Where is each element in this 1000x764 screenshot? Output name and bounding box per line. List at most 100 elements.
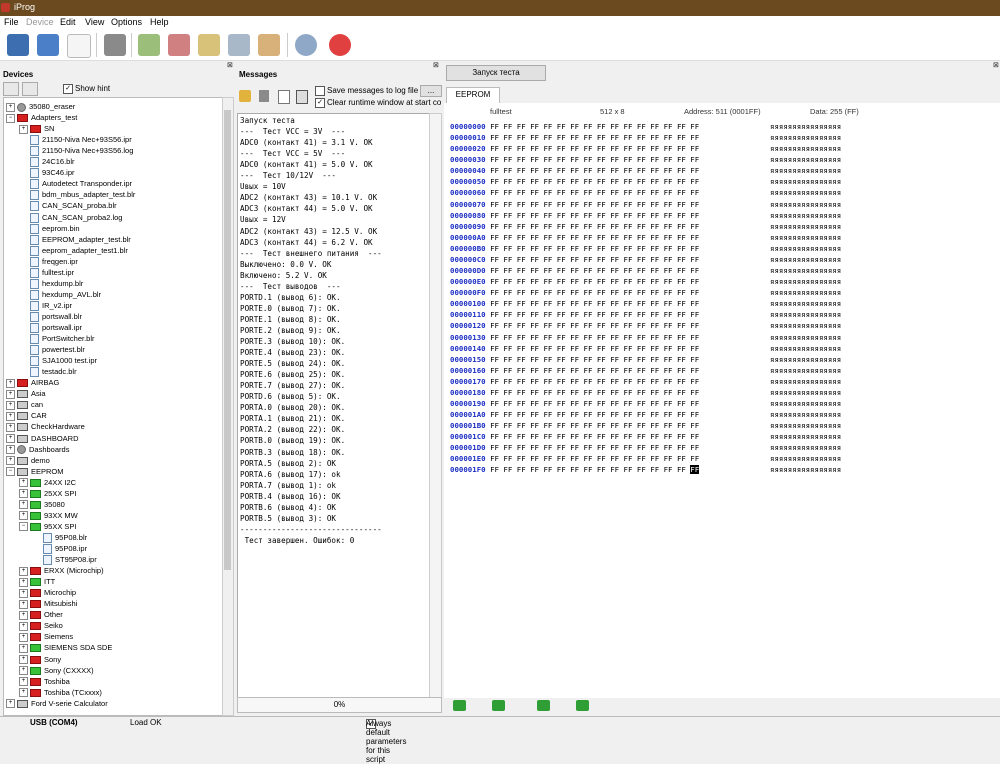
hex-bytes[interactable]: FF FF FF FF FF FF FF FF FF FF FF FF FF F… (490, 388, 699, 397)
tree-item[interactable]: ST95P08.ipr (32, 554, 97, 566)
hex-row[interactable]: 00000110 FF FF FF FF FF FF FF FF FF FF F… (450, 309, 841, 320)
expand-toggle-icon[interactable]: + (6, 378, 15, 388)
tree-item[interactable]: +35080 (19, 499, 65, 510)
tree-item[interactable]: + Ford V-serie Calculator (6, 698, 108, 709)
expand-toggle-icon[interactable]: + (6, 400, 15, 410)
expand-toggle-icon[interactable]: + (6, 389, 15, 399)
show-hint-checkbox[interactable]: ✓ Show hint (63, 84, 110, 94)
hex-row[interactable]: 00000120 FF FF FF FF FF FF FF FF FF FF F… (450, 320, 841, 331)
tree-item[interactable]: + demo (6, 455, 50, 466)
hex-bytes[interactable]: FF FF FF FF FF FF FF FF FF FF FF FF FF F… (490, 155, 699, 164)
hex-bytes[interactable]: FF FF FF FF FF FF FF FF FF FF FF FF FF F… (490, 410, 699, 419)
chip-erase-icon[interactable] (168, 34, 190, 56)
tree-item[interactable]: IR_v2.ipr (19, 300, 72, 311)
tree-item[interactable]: CAN_SCAN_proba.blr (19, 200, 117, 212)
hex-bytes[interactable]: FF FF FF FF FF FF FF FF FF FF FF FF FF F… (490, 122, 699, 131)
tree-item[interactable]: + Mitsubishi (19, 598, 77, 609)
close-icon[interactable]: ⊠ (227, 61, 233, 69)
expand-toggle-icon[interactable]: + (19, 489, 28, 499)
hex-bytes[interactable]: FF FF FF FF FF FF FF FF FF FF FF FF FF F… (490, 255, 699, 264)
tree-item[interactable]: + SN (19, 123, 54, 134)
tree-item[interactable]: CAN_SCAN_proba2.log (19, 212, 122, 223)
tree-item[interactable]: + Toshiba (19, 676, 70, 687)
tree-item[interactable]: + SIEMENS SDA SDE (19, 642, 112, 653)
hex-row[interactable]: 00000000 FF FF FF FF FF FF FF FF FF FF F… (450, 121, 841, 132)
hex-bytes[interactable]: FF FF FF FF FF FF FF FF FF FF FF FF FF F… (490, 454, 699, 463)
messages-log[interactable]: Запуск теста --- Тест VCC = 3V --- ADC0 (к… (237, 113, 431, 698)
tree-item[interactable]: + CAR (6, 410, 47, 421)
search-icon[interactable] (43, 82, 57, 94)
hex-bytes[interactable]: FF FF FF FF FF FF FF FF FF FF FF FF FF F… (490, 344, 699, 353)
close-icon[interactable]: ⊠ (993, 61, 999, 69)
tree-item[interactable]: 93C46.ipr (19, 167, 75, 179)
expand-toggle-icon[interactable]: + (6, 456, 15, 466)
messages-scrollbar[interactable] (429, 113, 442, 698)
hex-row[interactable]: 00000100 FF FF FF FF FF FF FF FF FF FF F… (450, 298, 841, 309)
hex-row[interactable]: 00000010 FF FF FF FF FF FF FF FF FF FF F… (450, 132, 841, 143)
menu-view[interactable]: View (85, 17, 104, 27)
hex-row[interactable]: 00000190 FF FF FF FF FF FF FF FF FF FF F… (450, 398, 841, 409)
hex-bytes[interactable]: FF FF FF FF FF FF FF FF FF FF FF FF FF F… (490, 133, 699, 142)
start-test-button[interactable]: Запуск теста (446, 65, 546, 81)
paste-icon[interactable] (296, 90, 308, 104)
hex-bytes[interactable]: FF FF FF FF FF FF FF FF FF FF FF FF FF F… (490, 299, 699, 308)
chip-write-icon[interactable] (198, 34, 220, 56)
expand-toggle-icon[interactable]: + (19, 500, 28, 510)
hex-row[interactable]: 000000F0 FF FF FF FF FF FF FF FF FF FF F… (450, 287, 841, 298)
tree-item[interactable]: + can (6, 399, 43, 410)
expand-toggle-icon[interactable]: + (6, 411, 15, 421)
tree-item[interactable]: − EEPROM (6, 466, 64, 477)
details-view-icon[interactable] (22, 82, 38, 96)
tree-item[interactable]: + Toshiba (TCxxxx) (19, 687, 102, 698)
tree-item[interactable]: + Sony (CXXXX) (19, 665, 94, 676)
hex-row[interactable]: 00000050 FF FF FF FF FF FF FF FF FF FF F… (450, 176, 841, 187)
hex-bytes[interactable]: FF FF FF FF FF FF FF FF FF FF FF FF FF F… (490, 200, 699, 209)
hex-row[interactable]: 000001E0 FF FF FF FF FF FF FF FF FF FF F… (450, 453, 841, 464)
expand-toggle-icon[interactable]: + (19, 588, 28, 598)
expand-toggle-icon[interactable]: + (19, 677, 28, 687)
expand-toggle-icon[interactable]: + (19, 643, 28, 653)
next-page-icon[interactable] (537, 700, 550, 711)
expand-toggle-icon[interactable]: + (6, 445, 15, 455)
tree-item[interactable]: 21150-Niva Nec+93S56.ipr (19, 134, 132, 146)
hex-bytes[interactable]: FF FF FF FF FF FF FF FF FF FF FF FF FF F… (490, 377, 699, 386)
first-page-icon[interactable] (453, 700, 466, 711)
tree-item[interactable]: eeprom.bin (19, 223, 80, 234)
expand-toggle-icon[interactable]: + (6, 102, 15, 112)
tree-item[interactable]: + Microchip (19, 587, 76, 598)
hex-row[interactable]: 000001B0 FF FF FF FF FF FF FF FF FF FF F… (450, 420, 841, 431)
expand-toggle-icon[interactable]: + (6, 422, 15, 432)
hex-row[interactable]: 00000070 FF FF FF FF FF FF FF FF FF FF F… (450, 199, 841, 210)
hex-bytes[interactable]: FF FF FF FF FF FF FF FF FF FF FF FF FF F… (490, 144, 699, 153)
menu-options[interactable]: Options (111, 17, 142, 27)
hex-row[interactable]: 000001C0 FF FF FF FF FF FF FF FF FF FF F… (450, 431, 841, 442)
hex-bytes[interactable]: FF FF FF FF FF FF FF FF FF FF FF FF FF F… (490, 432, 699, 441)
tree-item[interactable]: hexdump_AVL.blr (19, 289, 101, 300)
chip-program-icon[interactable] (258, 34, 280, 56)
tree-item[interactable]: EEPROM_adapter_test.blr (19, 234, 131, 245)
tree-item[interactable]: + Other (19, 609, 63, 620)
hex-row[interactable]: 00000140 FF FF FF FF FF FF FF FF FF FF F… (450, 343, 841, 354)
hex-row[interactable]: 000000C0 FF FF FF FF FF FF FF FF FF FF F… (450, 254, 841, 265)
expand-toggle-icon[interactable]: + (6, 434, 15, 444)
hex-bytes[interactable]: FF FF FF FF FF FF FF FF FF FF FF FF FF F… (490, 233, 699, 242)
tree-item[interactable]: + AIRBAG (6, 377, 59, 388)
tree-item[interactable]: PortSwitcher.blr (19, 333, 95, 345)
hex-row[interactable]: 00000040 FF FF FF FF FF FF FF FF FF FF F… (450, 165, 841, 176)
tree-item[interactable]: 24C16.blr (19, 156, 75, 168)
tree-item[interactable]: + ITT (19, 576, 55, 587)
hex-bytes[interactable]: FF FF FF FF FF FF FF FF FF FF FF FF FF F… (490, 244, 699, 253)
hex-bytes[interactable]: FF FF FF FF FF FF FF FF FF FF FF FF FF F… (490, 222, 699, 231)
close-icon[interactable]: ⊠ (433, 61, 439, 69)
hex-row[interactable]: 00000030 FF FF FF FF FF FF FF FF FF FF F… (450, 154, 841, 165)
hex-row[interactable]: 000000A0 FF FF FF FF FF FF FF FF FF FF F… (450, 232, 841, 243)
tree-item[interactable]: + Seiko (19, 620, 63, 631)
hex-row[interactable]: 00000160 FF FF FF FF FF FF FF FF FF FF F… (450, 365, 841, 376)
hex-bytes[interactable]: FF FF FF FF FF FF FF FF FF FF FF FF FF F… (490, 333, 699, 342)
tree-item[interactable]: +93XX MW (19, 510, 78, 521)
tree-item[interactable]: − Adapters_test (6, 112, 77, 123)
hex-row[interactable]: 00000170 FF FF FF FF FF FF FF FF FF FF F… (450, 376, 841, 387)
tree-item[interactable]: + CheckHardware (6, 421, 85, 432)
expand-toggle-icon[interactable]: + (19, 621, 28, 631)
tree-item[interactable]: testadc.blr (19, 366, 77, 378)
